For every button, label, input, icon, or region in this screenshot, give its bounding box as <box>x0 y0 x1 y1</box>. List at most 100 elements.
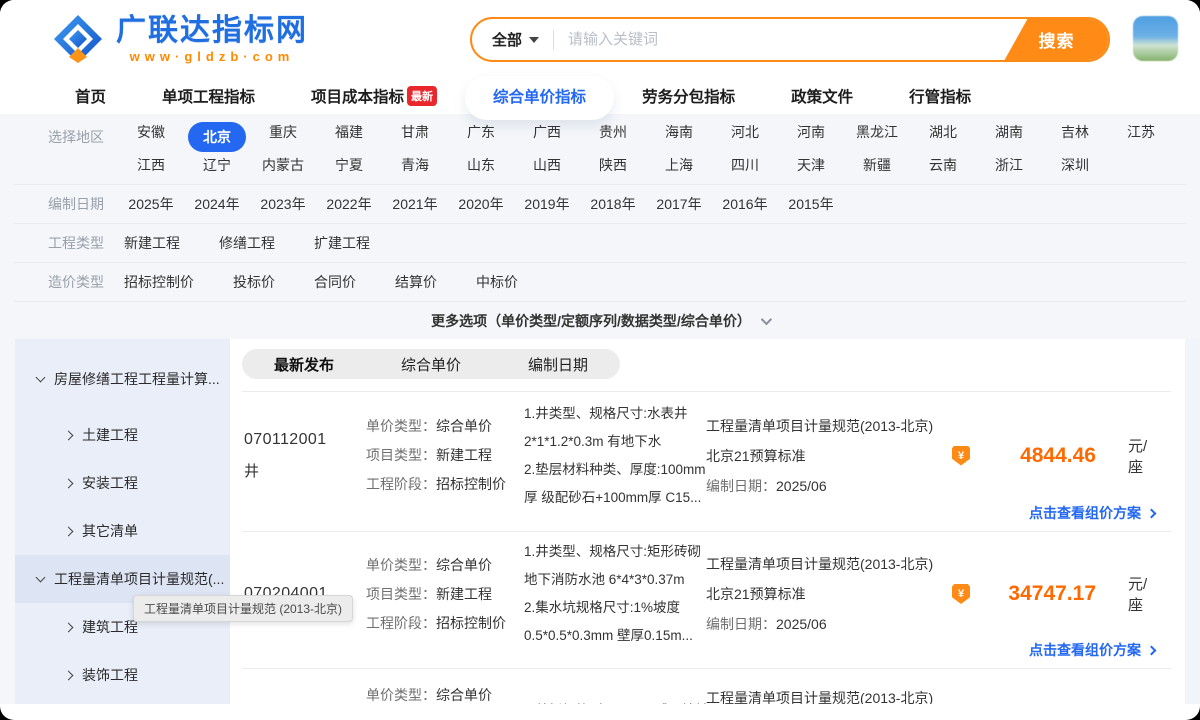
price-value: 4844.46 <box>996 444 1096 468</box>
filter-panel: 选择地区 安徽北京重庆福建甘肃广东广西贵州海南河北河南黑龙江湖北湖南吉林江苏 江… <box>0 114 1200 339</box>
project-type-value: 新建工程 <box>436 586 492 602</box>
cost-type-option[interactable]: 投标价 <box>227 272 281 292</box>
cost-type-option[interactable]: 招标控制价 <box>118 272 200 292</box>
item-description: 1.井类型、规格尺寸:水表井2*1*1.2*0.3m 有地下水2.垫层材料种类、… <box>524 400 706 512</box>
item-code-name: 070112001 井 <box>244 424 366 488</box>
region-option[interactable]: 内蒙古 <box>250 155 316 175</box>
search-category-dropdown[interactable]: 全部 <box>472 29 553 50</box>
region-option[interactable]: 山西 <box>514 155 580 175</box>
chevron-down-icon <box>36 373 46 383</box>
date-options: 2025年2024年2023年2022年2021年2020年2019年2018年… <box>118 194 844 214</box>
cost-type-option[interactable]: 结算价 <box>389 272 443 292</box>
date-option[interactable]: 2022年 <box>316 194 382 214</box>
date-option[interactable]: 2018年 <box>580 194 646 214</box>
region-option[interactable]: 福建 <box>316 122 382 152</box>
nav-item-industry-admin-index[interactable]: 行管指标 <box>909 85 971 107</box>
date-option[interactable]: 2017年 <box>646 194 712 214</box>
region-option[interactable]: 甘肃 <box>382 122 448 152</box>
search-button[interactable]: 搜索 <box>1004 18 1109 61</box>
tab-composite-price[interactable]: 综合单价 <box>401 354 461 375</box>
project-type-option[interactable]: 修缮工程 <box>213 233 281 253</box>
caret-down-icon <box>529 37 539 43</box>
region-option[interactable]: 广东 <box>448 122 514 152</box>
sidebar-item-repair-calc[interactable]: 房屋修缮工程工程量计算... <box>15 355 230 403</box>
compile-date: 2025/06 <box>776 616 827 632</box>
region-option[interactable]: 贵州 <box>580 122 646 152</box>
sidebar-tooltip: 工程量清单项目计量规范 (2013-北京) <box>133 595 353 622</box>
region-option[interactable]: 河北 <box>712 122 778 152</box>
date-option[interactable]: 2021年 <box>382 194 448 214</box>
nav-item-labor-subcontract-index[interactable]: 劳务分包指标 <box>642 85 735 107</box>
project-type-filter-label: 工程类型 <box>48 233 118 253</box>
nav-item-home[interactable]: 首页 <box>75 85 106 107</box>
date-option[interactable]: 2016年 <box>712 194 778 214</box>
nav-item-project-cost-index[interactable]: 项目成本指标最新 <box>311 85 437 108</box>
region-option[interactable]: 湖南 <box>976 122 1042 152</box>
main-nav: 首页 单项工程指标 项目成本指标最新 综合单价指标 劳务分包指标 政策文件 行管… <box>0 78 1200 114</box>
region-option[interactable]: 宁夏 <box>316 155 382 175</box>
nav-item-single-project-index[interactable]: 单项工程指标 <box>162 85 255 107</box>
region-option[interactable]: 江苏 <box>1108 122 1174 152</box>
unit-type-value: 综合单价 <box>436 557 492 573</box>
sidebar-item-other-list[interactable]: 其它清单 <box>15 507 230 555</box>
nav-item-policy-documents[interactable]: 政策文件 <box>791 85 853 107</box>
region-option[interactable]: 浙江 <box>976 155 1042 175</box>
more-options-toggle[interactable]: 更多选项（单价类型/定额序列/数据类型/综合单价） <box>14 302 1186 339</box>
region-option[interactable]: 江西 <box>118 155 184 175</box>
chevron-right-icon <box>64 622 74 632</box>
region-option[interactable]: 湖北 <box>910 122 976 152</box>
region-option[interactable]: 吉林 <box>1042 122 1108 152</box>
region-option[interactable]: 辽宁 <box>184 155 250 175</box>
region-option[interactable]: 深圳 <box>1042 155 1108 175</box>
region-option[interactable]: 黑龙江 <box>844 122 910 152</box>
date-option[interactable]: 2024年 <box>184 194 250 214</box>
tab-latest[interactable]: 最新发布 <box>274 354 334 375</box>
project-type-option[interactable]: 扩建工程 <box>308 233 376 253</box>
region-option[interactable]: 云南 <box>910 155 976 175</box>
region-option[interactable]: 新疆 <box>844 155 910 175</box>
more-options-label: 更多选项（单价类型/定额序列/数据类型/综合单价） <box>431 311 751 331</box>
view-pricing-plan-link[interactable]: 点击查看组价方案 <box>1029 640 1155 660</box>
project-type-options: 新建工程 修缮工程 扩建工程 <box>118 233 403 253</box>
date-option[interactable]: 2015年 <box>778 194 844 214</box>
yuan-badge-icon: ¥ <box>952 584 970 604</box>
sidebar-item-civil-works[interactable]: 土建工程 <box>15 411 230 459</box>
date-option[interactable]: 2023年 <box>250 194 316 214</box>
user-avatar[interactable] <box>1133 16 1178 61</box>
region-option[interactable]: 天津 <box>778 155 844 175</box>
date-option[interactable]: 2020年 <box>448 194 514 214</box>
sidebar-item-installation-works[interactable]: 安装工程 <box>15 459 230 507</box>
region-option[interactable]: 青海 <box>382 155 448 175</box>
region-option[interactable]: 广西 <box>514 122 580 152</box>
result-row: 070205001 单价类型：综合单价 1.盖板规格型号:φ800 球墨铸铁 工… <box>242 669 1171 704</box>
item-code-name: 070205001 <box>244 675 366 704</box>
region-option[interactable]: 河南 <box>778 122 844 152</box>
region-filter-label: 选择地区 <box>48 127 118 147</box>
region-option[interactable]: 四川 <box>712 155 778 175</box>
region-option[interactable]: 重庆 <box>250 122 316 152</box>
view-pricing-plan-link[interactable]: 点击查看组价方案 <box>1029 503 1155 523</box>
price-unit: 元/座 <box>1128 435 1153 477</box>
region-option[interactable]: 上海 <box>646 155 712 175</box>
region-option[interactable]: 北京 <box>184 122 250 152</box>
nav-item-composite-unit-price-index[interactable]: 综合单价指标 <box>493 85 586 107</box>
sidebar-item-decoration-works[interactable]: 装饰工程 <box>15 651 230 699</box>
tab-compile-date[interactable]: 编制日期 <box>528 354 588 375</box>
stage-value: 招标控制价 <box>436 476 506 492</box>
price-value: 34747.17 <box>996 582 1096 606</box>
site-logo[interactable]: 广联达指标网 www·gldzb·com <box>52 13 308 65</box>
region-option[interactable]: 山东 <box>448 155 514 175</box>
logo-subtitle: www·gldzb·com <box>130 49 295 64</box>
region-option[interactable]: 安徽 <box>118 122 184 152</box>
date-option[interactable]: 2019年 <box>514 194 580 214</box>
date-filter-block: 编制日期 2025年2024年2023年2022年2021年2020年2019年… <box>14 185 1186 224</box>
cost-type-option[interactable]: 合同价 <box>308 272 362 292</box>
region-option[interactable]: 陕西 <box>580 155 646 175</box>
region-option[interactable]: 海南 <box>646 122 712 152</box>
project-type-option[interactable]: 新建工程 <box>118 233 186 253</box>
logo-title: 广联达指标网 <box>116 15 308 47</box>
chevron-right-icon <box>64 478 74 488</box>
date-option[interactable]: 2025年 <box>118 194 184 214</box>
chevron-right-icon <box>64 430 74 440</box>
cost-type-option[interactable]: 中标价 <box>470 272 524 292</box>
